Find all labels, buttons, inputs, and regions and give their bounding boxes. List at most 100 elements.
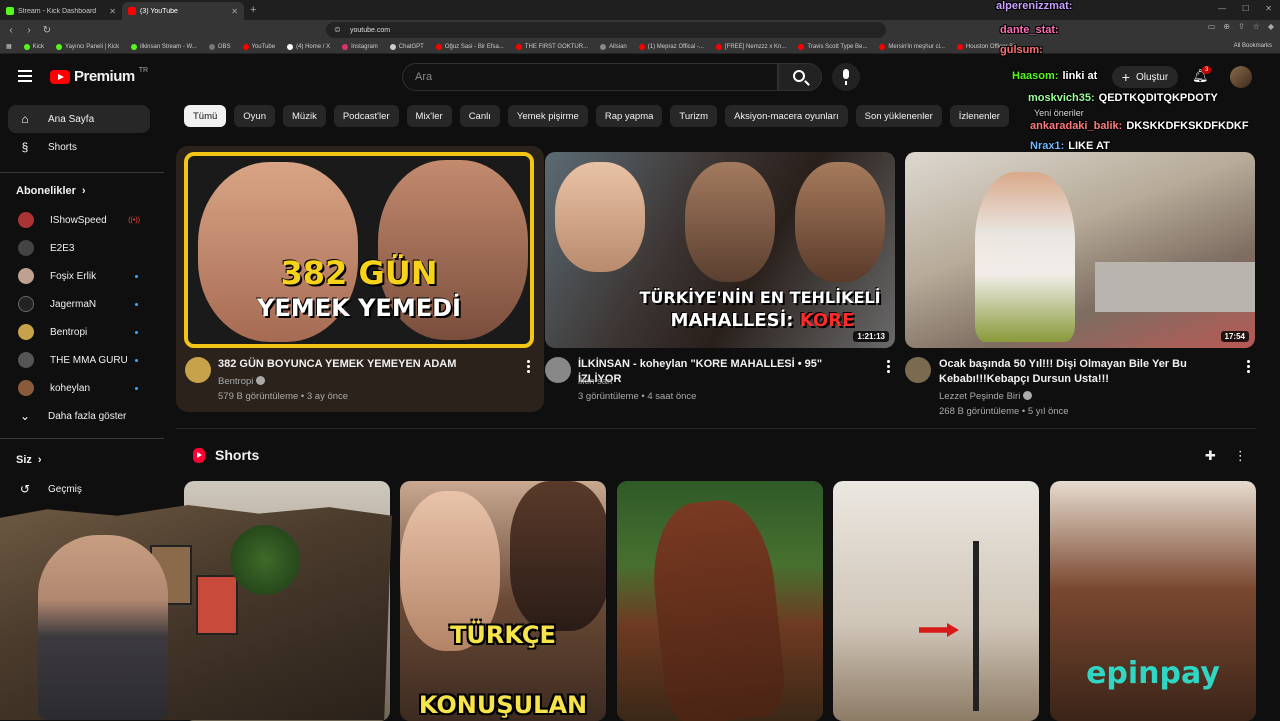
- bookmark-item[interactable]: Mersin'in meşhur ci...: [879, 43, 945, 50]
- apps-grid-icon[interactable]: ▦: [6, 43, 12, 50]
- chip-rap[interactable]: Rap yapma: [595, 105, 663, 127]
- chip-all[interactable]: Tümü: [184, 105, 227, 127]
- voice-search-button[interactable]: [832, 63, 860, 91]
- short-thumbnail[interactable]: [833, 481, 1039, 721]
- url-input[interactable]: ⊜ youtube.com: [326, 22, 886, 38]
- bookmark-favicon-icon: [242, 43, 249, 50]
- chat-message: ankaradaki_balik: DKSKKDFKSKDFKDKF: [1030, 120, 1249, 132]
- minimize-icon[interactable]: —: [1218, 4, 1226, 13]
- bookmark-item[interactable]: [FREE] Nemzzz x Kn...: [716, 43, 786, 50]
- tab-kick-dashboard[interactable]: Stream - Kick Dashboard ✕: [0, 2, 122, 20]
- show-more-button[interactable]: ⌄ Daha fazla göster: [8, 404, 150, 428]
- bookmark-item[interactable]: Oğuz Sasi - Bir Efsa...: [435, 43, 504, 50]
- video-thumbnail[interactable]: 382 GÜN YEMEK YEMEDİ: [184, 152, 534, 348]
- sidebar-item-home[interactable]: ⌂ Ana Sayfa: [8, 105, 150, 133]
- chip-podcasts[interactable]: Podcast'ler: [333, 105, 399, 127]
- chip-tourism[interactable]: Turizm: [670, 105, 718, 127]
- bookmark-item[interactable]: Houston Officer Sh...: [956, 43, 1022, 50]
- search-input[interactable]: Ara: [402, 63, 778, 91]
- channel-name[interactable]: ilkin san: [578, 376, 612, 387]
- home-icon: ⌂: [21, 112, 29, 126]
- thumbnail-text: 382 GÜN: [280, 254, 438, 292]
- sidebar-item-subscription[interactable]: E2E3: [8, 236, 150, 260]
- short-thumbnail[interactable]: epinpay: [1050, 481, 1256, 721]
- sidebar-item-subscription[interactable]: IShowSpeed ((•)): [8, 208, 150, 232]
- youtube-premium-logo[interactable]: Premium TR: [50, 67, 148, 85]
- bookmark-item[interactable]: Yayıncı Paneli | Kick: [56, 43, 119, 50]
- you-heading[interactable]: Siz ›: [16, 454, 42, 466]
- tab-close-icon[interactable]: ✕: [231, 7, 238, 16]
- bookmark-item[interactable]: Instagram: [342, 43, 378, 50]
- chip-mixes[interactable]: Mix'ler: [406, 105, 452, 127]
- bookmark-item[interactable]: (4) Home / X: [287, 43, 330, 50]
- channel-name[interactable]: Lezzet Peşinde Biri: [939, 391, 1033, 402]
- more-options-icon[interactable]: ⋮: [1234, 448, 1247, 464]
- channel-avatar[interactable]: [185, 357, 211, 383]
- bookmark-item[interactable]: Allsian: [600, 43, 627, 50]
- sidebar-item-subscription[interactable]: Foşix Erlik: [8, 264, 150, 288]
- video-stats: 268 B görüntüleme • 5 yıl önce: [939, 406, 1069, 417]
- channel-avatar[interactable]: [545, 357, 571, 383]
- bookmark-item[interactable]: ilkinsan Stream - W...: [131, 43, 197, 50]
- channel-name[interactable]: Bentropi: [218, 376, 266, 387]
- bookmark-item[interactable]: YouTube: [242, 43, 275, 50]
- tab-close-icon[interactable]: ✕: [109, 7, 116, 16]
- video-title[interactable]: Ocak başında 50 Yıl!!! Dişi Olmayan Bile…: [939, 357, 1194, 387]
- chip-watched[interactable]: İzlenenler: [949, 105, 1009, 127]
- subscriptions-heading[interactable]: Abonelikler ›: [16, 185, 86, 197]
- maximize-icon[interactable]: ☐: [1242, 4, 1249, 13]
- search-button[interactable]: [778, 63, 822, 91]
- sidebar-item-history[interactable]: ↺ Geçmiş: [8, 477, 150, 501]
- bookmark-item[interactable]: Kick: [23, 43, 44, 50]
- channel-avatar[interactable]: [905, 357, 931, 383]
- bookmark-item[interactable]: OBS: [208, 43, 231, 50]
- more-options-icon[interactable]: [1247, 360, 1251, 374]
- short-thumbnail[interactable]: TÜRKÇE KONUŞULAN: [400, 481, 606, 721]
- sidebar-item-subscription[interactable]: koheylan: [8, 376, 150, 400]
- more-options-icon[interactable]: [527, 360, 531, 374]
- chip-live[interactable]: Canlı: [459, 105, 500, 127]
- menu-icon[interactable]: [18, 70, 32, 82]
- video-title[interactable]: İLKİNSAN - koheylan "KORE MAHALLESİ • 95…: [578, 357, 868, 387]
- bookmark-star-icon[interactable]: ☆: [1253, 22, 1260, 31]
- sidebar-item-shorts[interactable]: § Shorts: [8, 133, 150, 161]
- sidebar-item-subscription[interactable]: JagermaN: [8, 292, 150, 316]
- site-info-icon[interactable]: ⊜: [334, 25, 341, 34]
- not-interested-icon[interactable]: ✚: [1205, 448, 1216, 464]
- bookmark-item[interactable]: THE FIRST GOKTUR...: [515, 43, 588, 50]
- account-avatar[interactable]: [1230, 66, 1252, 88]
- new-tab-button[interactable]: +: [244, 4, 262, 16]
- cast-icon[interactable]: ▭: [1208, 22, 1216, 31]
- extension-icon[interactable]: ◆: [1268, 22, 1274, 31]
- youtube-favicon-icon: [128, 7, 136, 15]
- sidebar-item-subscription[interactable]: THE MMA GURU: [8, 348, 150, 372]
- shorts-section-header: Shorts: [193, 447, 259, 463]
- bookmark-item[interactable]: ChatGPT: [389, 43, 424, 50]
- browser-toolbar-icons: ▭ ⊕ ⇪ ☆ ◆: [1208, 22, 1274, 31]
- short-thumbnail[interactable]: [617, 481, 823, 721]
- sidebar-item-subscription[interactable]: Bentropi: [8, 320, 150, 344]
- chip-gaming[interactable]: Oyun: [234, 105, 276, 127]
- bookmark-item[interactable]: (1) Mepraz Offical -...: [638, 43, 704, 50]
- close-window-icon[interactable]: ✕: [1265, 4, 1272, 13]
- share-icon[interactable]: ⇪: [1238, 22, 1245, 31]
- video-title[interactable]: 382 GÜN BOYUNCA YEMEK YEMEYEN ADAM: [218, 357, 508, 372]
- chip-music[interactable]: Müzik: [283, 105, 326, 127]
- forward-arrow-icon[interactable]: ›: [22, 25, 36, 36]
- chip-action-adventure[interactable]: Aksiyon-macera oyunları: [725, 105, 848, 127]
- chip-recently-uploaded[interactable]: Son yüklenenler: [855, 105, 942, 127]
- video-thumbnail[interactable]: TÜRKİYE'NİN EN TEHLİKELİ MAHALLESİ: KORE…: [545, 152, 895, 348]
- bookmark-item[interactable]: Travis Scott Type Be...: [798, 43, 867, 50]
- create-button[interactable]: + Oluştur: [1112, 66, 1178, 88]
- back-arrow-icon[interactable]: ‹: [4, 25, 18, 36]
- zoom-icon[interactable]: ⊕: [1223, 22, 1230, 31]
- more-options-icon[interactable]: [887, 360, 891, 374]
- notification-count-badge: 3: [1202, 66, 1212, 74]
- video-thumbnail[interactable]: 17:54: [905, 152, 1255, 348]
- reload-icon[interactable]: ↻: [40, 25, 54, 36]
- create-label: Oluştur: [1135, 71, 1169, 83]
- tab-youtube[interactable]: (3) YouTube ✕: [122, 2, 244, 20]
- all-bookmarks-button[interactable]: All Bookmarks: [1229, 43, 1272, 49]
- youtube-play-icon: [50, 69, 70, 84]
- chip-cooking[interactable]: Yemek pişirme: [507, 105, 588, 127]
